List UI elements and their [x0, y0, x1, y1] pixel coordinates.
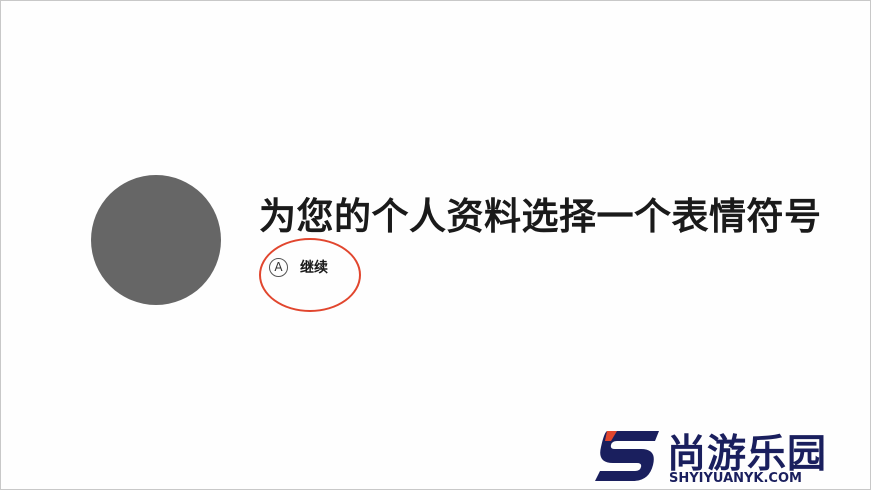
page-title: 为您的个人资料选择一个表情符号 [259, 195, 822, 238]
watermark-url: SHYIYUANYK.COM [669, 471, 802, 486]
watermark-s-logo-icon [595, 431, 659, 481]
continue-button[interactable]: A 继续 [269, 257, 328, 277]
profile-avatar-placeholder[interactable] [91, 175, 221, 305]
screen: 为您的个人资料选择一个表情符号 A 继续 尚游乐园 SHYIYUANYK.COM [0, 0, 871, 490]
continue-label: 继续 [300, 260, 328, 276]
site-watermark: 尚游乐园 SHYIYUANYK.COM [591, 423, 869, 489]
a-button-icon: A [269, 257, 288, 277]
